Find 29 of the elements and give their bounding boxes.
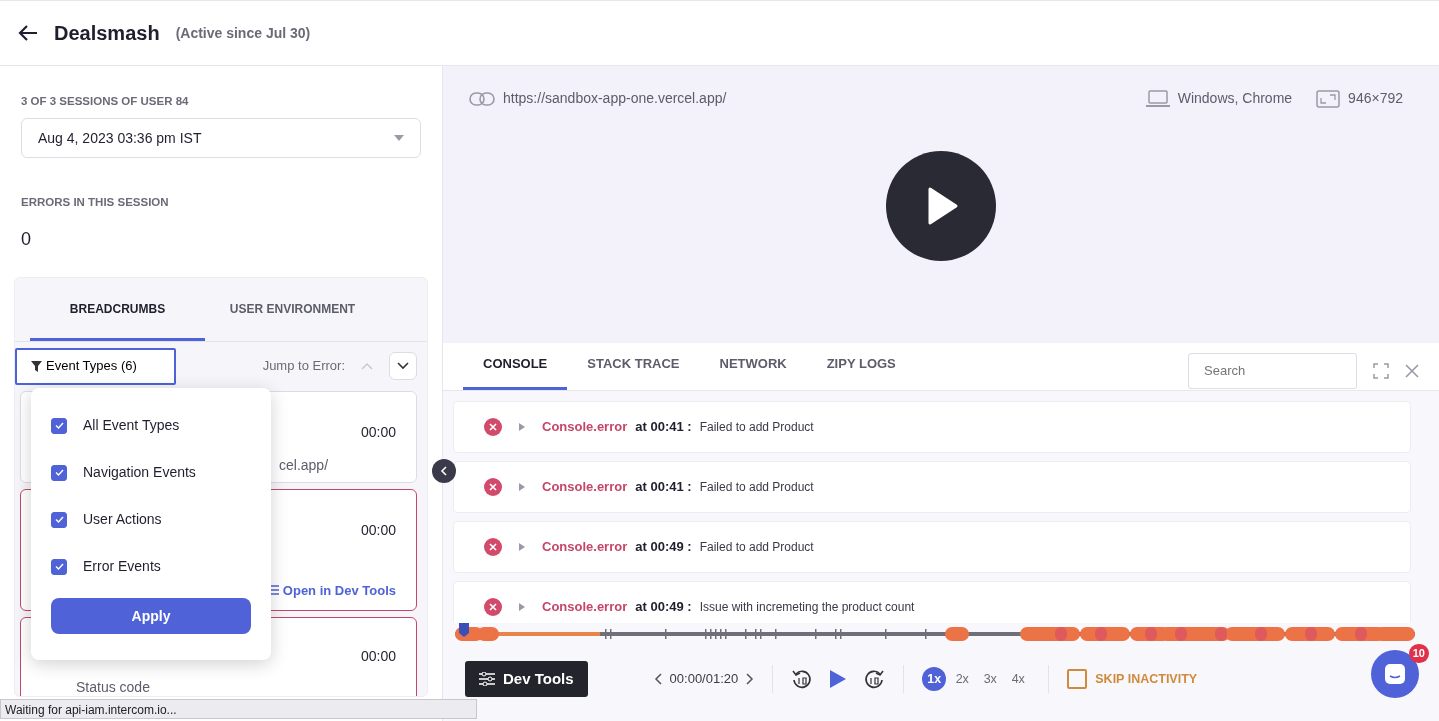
environment-label: Windows, Chrome <box>1177 89 1293 108</box>
event-time: 00:00 <box>360 520 396 540</box>
log-message: Failed to add Product <box>699 419 814 436</box>
log-time: at 00:41 : <box>635 418 692 437</box>
log-message: Failed to add Product <box>699 479 814 496</box>
errors-label: ERRORS IN THIS SESSION <box>21 195 170 211</box>
log-message: Issue with incremeting the product count <box>699 599 915 616</box>
log-time: at 00:49 : <box>635 538 692 557</box>
active-since-label: (Active since Jul 30) <box>175 23 311 43</box>
sessions-label: 3 OF 3 SESSIONS OF USER 84 <box>21 94 190 109</box>
event-time: 00:00 <box>360 422 396 442</box>
status-bar: Waiting for api-iam.intercom.io... <box>0 699 477 719</box>
log-source: Console.error <box>542 538 628 557</box>
playback-time: 00:00/01:20 <box>669 670 739 689</box>
log-time: at 00:41 : <box>635 478 692 497</box>
log-source: Console.error <box>542 478 628 497</box>
log-source: Console.error <box>542 418 628 437</box>
error-count: 0 <box>21 227 32 251</box>
status-code-label: Status code <box>76 677 150 696</box>
skip-inactivity-label: SKIP INACTIVITY <box>1095 670 1198 688</box>
session-url: https://sandbox-app-one.vercel.app/ <box>503 89 727 108</box>
page-title: Dealsmash <box>54 21 160 46</box>
event-time: 00:00 <box>360 646 396 666</box>
resolution-label: 946×792 <box>1348 89 1403 108</box>
log-source: Console.error <box>542 598 628 617</box>
jump-to-error-label: Jump to Error: <box>262 357 345 376</box>
log-message: Failed to add Product <box>699 539 814 556</box>
event-url: cel.app/ <box>279 455 329 475</box>
log-time: at 00:49 : <box>635 598 692 617</box>
